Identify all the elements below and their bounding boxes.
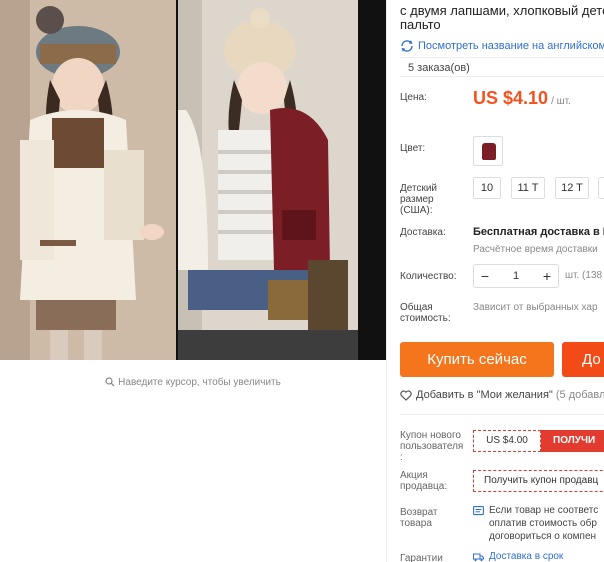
wishlist-text: Добавить в "Мои желания": [416, 389, 553, 401]
promo-label-line1: Акция: [400, 470, 428, 481]
return-policy-icon: [473, 505, 484, 519]
orders-count: 5 заказа(ов): [408, 62, 470, 74]
price-label: Цена:: [400, 92, 427, 103]
add-to-wishlist-link[interactable]: Добавить в "Мои желания" (5 добавл: [400, 389, 604, 404]
new-user-coupon-label: Купон нового пользователя :: [400, 430, 463, 463]
translate-link-text: Посмотреть название на английском: [418, 40, 604, 52]
total-value: Зависит от выбранных хар: [473, 302, 598, 313]
orders-count-bar: 5 заказа(ов): [400, 57, 604, 77]
heart-icon: [400, 390, 412, 404]
price-value-row: US $4.10/ шт.: [473, 88, 571, 109]
guarantee-link[interactable]: Доставка в срок: [489, 551, 563, 562]
product-title-line2: пальто: [400, 17, 441, 32]
quantity-decrease-button[interactable]: −: [474, 265, 496, 287]
magnifier-icon: [105, 377, 115, 390]
vest-thumbnail-icon: [482, 143, 496, 160]
on-time-delivery-icon: [473, 552, 484, 562]
buy-now-button[interactable]: Купить сейчас: [400, 342, 554, 377]
wishlist-count: (5 добавл: [555, 389, 604, 401]
returns-label: Возврат товара: [400, 507, 438, 529]
translate-icon: [400, 40, 414, 55]
shipping-method[interactable]: Бесплатная доставка в Ru: [473, 226, 604, 238]
quantity-increase-button[interactable]: +: [536, 265, 558, 287]
total-label: Общая стоимость:: [400, 302, 451, 324]
seller-promo-label: Акция продавца:: [400, 470, 447, 492]
zoom-hint-text: Наведите курсор, чтобы увеличить: [118, 377, 281, 388]
returns-label-line1: Возврат: [400, 507, 438, 518]
quantity-available: шт. (138: [565, 270, 603, 281]
size-option-12t[interactable]: 12 T: [555, 177, 589, 199]
shipping-label: Доставка:: [400, 227, 446, 238]
zoom-hint: Наведите курсор, чтобы увеличить: [0, 377, 386, 390]
coupon-label-line3: :: [400, 452, 403, 463]
shipping-estimate: Расчётное время доставки: [473, 244, 598, 255]
returns-text-line1: Если товар не соответс: [489, 505, 599, 516]
product-photo-girl-beige-vest: [0, 0, 176, 360]
color-option-burgundy[interactable]: [473, 136, 503, 166]
size-label: Детский размер (США):: [400, 183, 437, 216]
coupon-amount: US $4.00: [473, 430, 541, 452]
quantity-stepper: − 1 +: [473, 264, 559, 288]
translate-title-link[interactable]: Посмотреть название на английском: [400, 40, 604, 55]
guarantee-label: Гарантии: [400, 553, 443, 562]
color-label: Цвет:: [400, 143, 426, 154]
returns-text-line2: оплатив стоимость обр: [489, 518, 597, 529]
size-option-10[interactable]: 10: [473, 177, 501, 199]
promo-label-line2: продавца:: [400, 481, 448, 492]
price-unit: / шт.: [551, 96, 571, 107]
quantity-label: Количество:: [400, 271, 457, 282]
gallery-edge: [358, 0, 386, 360]
returns-text: Если товар не соответс оплатив стоимость…: [489, 504, 598, 543]
total-label-line1: Общая: [400, 302, 433, 313]
coupon-label-line2: пользователя: [400, 441, 464, 452]
add-to-cart-button[interactable]: До: [562, 342, 604, 377]
divider: [400, 414, 604, 415]
price-value: US $4.10: [473, 88, 549, 108]
returns-label-line2: товара: [400, 518, 432, 529]
size-option-more[interactable]: [598, 177, 604, 199]
product-info-panel: с двумя лапшами, хлопковый детск пальто …: [387, 0, 604, 562]
coupon-label-line1: Купон нового: [400, 430, 461, 441]
total-label-line2: стоимость:: [400, 313, 451, 324]
product-main-image[interactable]: [0, 0, 386, 360]
get-coupon-button[interactable]: ПОЛУЧИ: [541, 430, 604, 452]
size-label-line1: Детский: [400, 183, 438, 194]
size-label-line3: (США):: [400, 205, 433, 216]
product-page: Наведите курсор, чтобы увеличить с двумя…: [0, 0, 604, 562]
returns-text-line3: договориться о компен: [489, 531, 597, 542]
get-seller-coupon-button[interactable]: Получить купон продавц: [473, 470, 604, 492]
quantity-input[interactable]: 1: [496, 265, 536, 287]
product-photo-girl-burgundy-vest: [178, 0, 358, 360]
size-label-line2: размер: [400, 194, 434, 205]
size-option-11t[interactable]: 11 T: [511, 177, 545, 199]
